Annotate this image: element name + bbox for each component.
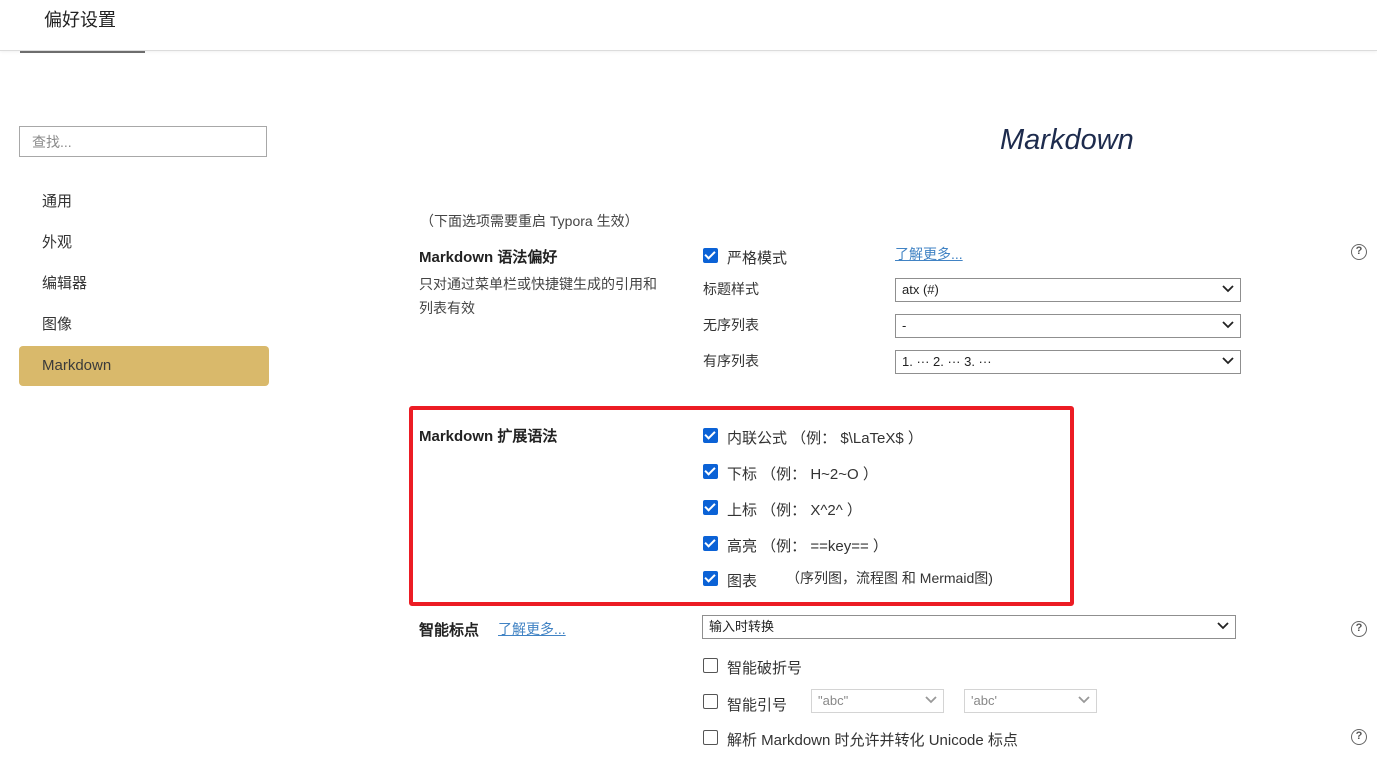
learn-more-link[interactable]: 了解更多... [895,244,963,264]
smart-dash-checkbox[interactable] [703,658,718,673]
unicode-punct-checkbox[interactable] [703,730,718,745]
ordered-list-select[interactable]: 1. ··· 2. ··· 3. ··· [895,350,1241,374]
diagrams-note: （序列图，流程图 和 Mermaid图) [786,570,993,586]
chevron-down-icon [1222,285,1234,293]
heading-style-label: 标题样式 [703,281,759,297]
smart-quotes-label: 智能引号 [727,697,788,714]
chevron-down-icon [1078,696,1090,704]
smart-punctuation-label: 智能标点 [419,622,480,639]
superscript-checkbox[interactable] [703,500,718,515]
title-underline [20,51,145,53]
double-quote-style-value: "abc" [818,693,849,708]
sidebar-item-editor[interactable]: 编辑器 [19,264,269,304]
syntax-pref-label: Markdown 语法偏好 [419,249,558,266]
diagrams-label: 图表 [727,573,758,590]
single-quote-style-select[interactable]: 'abc' [964,689,1097,713]
chevron-down-icon [1217,622,1229,630]
title-bar [0,0,1377,51]
help-icon[interactable]: ? [1351,621,1367,637]
highlight-checkbox[interactable] [703,536,718,551]
help-icon[interactable]: ? [1351,729,1367,745]
chevron-down-icon [1222,357,1234,365]
ordered-list-label: 有序列表 [703,353,759,369]
unordered-list-value: - [902,318,907,333]
restart-note: （下面选项需要重启 Typora 生效） [420,213,639,229]
chevron-down-icon [925,696,937,704]
sidebar-item-markdown[interactable]: Markdown [19,346,269,386]
inline-math-checkbox[interactable] [703,428,718,443]
single-quote-style-value: 'abc' [971,693,997,708]
subscript-label: 下标 （例： H~2~O ） [727,466,878,483]
heading-style-select[interactable]: atx (#) [895,278,1241,302]
smart-punctuation-learn-more-link[interactable]: 了解更多... [498,619,566,639]
diagrams-checkbox[interactable] [703,571,718,586]
inline-math-label: 内联公式 （例： $\LaTeX$ ） [727,430,923,447]
help-icon[interactable]: ? [1351,244,1367,260]
subscript-checkbox[interactable] [703,464,718,479]
sidebar-item-image[interactable]: 图像 [19,305,269,345]
double-quote-style-select[interactable]: "abc" [811,689,944,713]
unordered-list-label: 无序列表 [703,317,759,333]
unicode-punct-label: 解析 Markdown 时允许并转化 Unicode 标点 [727,732,1018,749]
unordered-list-select[interactable]: - [895,314,1241,338]
smart-quotes-checkbox[interactable] [703,694,718,709]
strict-mode-label: 严格模式 [727,250,788,267]
syntax-pref-description: 只对通过菜单栏或快捷键生成的引用和列表有效 [419,276,657,316]
highlight-label: 高亮 （例： ==key== ） [727,538,888,555]
sidebar-item-appearance[interactable]: 外观 [19,223,269,263]
ordered-list-value: 1. ··· 2. ··· 3. ··· [902,354,992,369]
sidebar-item-general[interactable]: 通用 [19,182,269,222]
search-input[interactable] [19,126,267,157]
smart-punctuation-mode-value: 输入时转换 [709,619,775,634]
extended-syntax-label: Markdown 扩展语法 [419,428,558,445]
strict-mode-checkbox[interactable] [703,248,718,263]
chevron-down-icon [1222,321,1234,329]
superscript-label: 上标 （例： X^2^ ） [727,502,862,519]
window-title: 偏好设置 [44,10,116,30]
smart-punctuation-mode-select[interactable]: 输入时转换 [702,615,1236,639]
page-title: Markdown [1000,124,1134,156]
heading-style-value: atx (#) [902,282,939,297]
smart-dash-label: 智能破折号 [727,660,803,677]
